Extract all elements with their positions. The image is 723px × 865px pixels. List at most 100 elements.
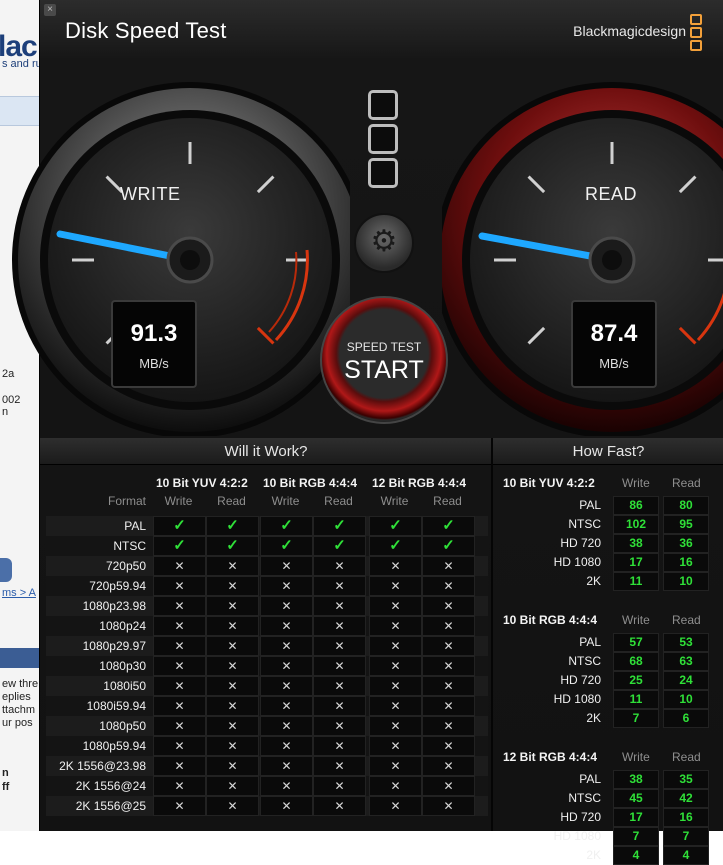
cross-icon: ✕ xyxy=(369,696,422,716)
cross-icon: ✕ xyxy=(369,656,422,676)
read-speed-cell: 10 xyxy=(663,572,709,591)
format-label: 1080p29.97 xyxy=(82,639,146,653)
cross-icon: ✕ xyxy=(260,716,313,736)
cross-icon: ✕ xyxy=(422,676,475,696)
subcol-read: Read xyxy=(672,613,701,627)
cross-icon: ✕ xyxy=(369,676,422,696)
write-speed-cell: 45 xyxy=(613,789,659,808)
target-drive-button[interactable] xyxy=(368,124,398,154)
subcol-write: Write xyxy=(380,494,409,508)
target-drive-button[interactable] xyxy=(368,158,398,188)
gear-icon: ⚙ xyxy=(370,225,398,258)
how-fast-row-label: NTSC xyxy=(568,517,601,531)
check-icon: ✓ xyxy=(369,516,422,536)
cross-icon: ✕ xyxy=(206,616,259,636)
how-fast-row-label: PAL xyxy=(579,635,601,649)
cross-icon: ✕ xyxy=(369,796,422,816)
cross-icon: ✕ xyxy=(369,596,422,616)
cross-icon: ✕ xyxy=(369,756,422,776)
write-speed-value: 91.3 xyxy=(130,320,178,347)
read-speed-cell: 63 xyxy=(663,652,709,671)
group-header-rgb444-12: 12 Bit RGB 4:4:4 xyxy=(372,476,467,490)
cross-icon: ✕ xyxy=(260,776,313,796)
cross-icon: ✕ xyxy=(313,716,366,736)
read-speed-cell: 36 xyxy=(663,534,709,553)
brand-name: Blackmagicdesign xyxy=(573,23,686,39)
settings-button[interactable]: ⚙ xyxy=(354,213,414,273)
cross-icon: ✕ xyxy=(260,756,313,776)
cross-icon: ✕ xyxy=(206,796,259,816)
cross-icon: ✕ xyxy=(206,576,259,596)
cross-icon: ✕ xyxy=(313,756,366,776)
close-button[interactable]: × xyxy=(44,4,56,16)
read-speed-cell: 53 xyxy=(663,633,709,652)
start-button-label: START xyxy=(344,356,424,384)
background-line: ttachm xyxy=(2,704,36,716)
how-fast-group-title: 10 Bit RGB 4:4:4 xyxy=(503,613,598,627)
write-speed-cell: 17 xyxy=(613,808,659,827)
write-gauge-label: WRITE xyxy=(120,184,181,204)
cross-icon: ✕ xyxy=(369,576,422,596)
app-title: Disk Speed Test xyxy=(65,18,227,43)
write-speed-cell: 57 xyxy=(613,633,659,652)
how-fast-row-label: NTSC xyxy=(568,791,601,805)
subcol-write: Write xyxy=(622,476,650,490)
speed-test-start-button[interactable]: SPEED TEST START xyxy=(320,296,448,424)
background-line: ur pos xyxy=(2,717,33,729)
check-icon: ✓ xyxy=(260,516,313,536)
how-fast-row-label: 2K xyxy=(586,574,601,588)
cross-icon: ✕ xyxy=(206,556,259,576)
cross-icon: ✕ xyxy=(422,736,475,756)
cross-icon: ✕ xyxy=(422,576,475,596)
read-speed-cell: 95 xyxy=(663,515,709,534)
cross-icon: ✕ xyxy=(260,656,313,676)
how-fast-row-label: HD 720 xyxy=(560,673,601,687)
check-icon: ✓ xyxy=(422,536,475,556)
cross-icon: ✕ xyxy=(313,676,366,696)
how-fast-group-title: 12 Bit RGB 4:4:4 xyxy=(503,750,598,764)
format-label: PAL xyxy=(124,519,146,533)
read-speed-unit: MB/s xyxy=(599,356,629,371)
cross-icon: ✕ xyxy=(369,716,422,736)
format-label: 2K 1556@24 xyxy=(75,779,146,793)
check-icon: ✓ xyxy=(206,536,259,556)
cross-icon: ✕ xyxy=(422,616,475,636)
how-fast-row-label: HD 1080 xyxy=(553,692,601,706)
cross-icon: ✕ xyxy=(153,656,206,676)
read-speed-cell: 16 xyxy=(663,808,709,827)
cross-icon: ✕ xyxy=(313,796,366,816)
cross-icon: ✕ xyxy=(206,676,259,696)
cross-icon: ✕ xyxy=(313,776,366,796)
write-speed-cell: 86 xyxy=(613,496,659,515)
brand-logo-icon xyxy=(690,14,702,53)
cross-icon: ✕ xyxy=(313,696,366,716)
read-speed-cell: 42 xyxy=(663,789,709,808)
how-fast-row-label: PAL xyxy=(579,772,601,786)
background-icon xyxy=(0,558,12,582)
write-speed-cell: 11 xyxy=(613,572,659,591)
write-speed-cell: 38 xyxy=(613,534,659,553)
subcol-read: Read xyxy=(217,494,246,508)
cross-icon: ✕ xyxy=(369,616,422,636)
check-icon: ✓ xyxy=(313,536,366,556)
read-speed-cell: 35 xyxy=(663,770,709,789)
how-fast-row-label: PAL xyxy=(579,498,601,512)
background-breadcrumb[interactable]: ms > A xyxy=(2,587,36,599)
cross-icon: ✕ xyxy=(153,756,206,776)
check-icon: ✓ xyxy=(153,536,206,556)
cross-icon: ✕ xyxy=(313,556,366,576)
cross-icon: ✕ xyxy=(153,556,206,576)
cross-icon: ✕ xyxy=(313,636,366,656)
cross-icon: ✕ xyxy=(313,596,366,616)
cross-icon: ✕ xyxy=(153,636,206,656)
how-fast-row-label: 2K xyxy=(586,711,601,725)
will-it-work-title: Will it Work? xyxy=(40,438,492,465)
cross-icon: ✕ xyxy=(313,656,366,676)
cross-icon: ✕ xyxy=(422,696,475,716)
cross-icon: ✕ xyxy=(369,776,422,796)
subcol-read: Read xyxy=(433,494,462,508)
cross-icon: ✕ xyxy=(369,556,422,576)
target-drive-button[interactable] xyxy=(368,90,398,120)
how-fast-row-label: 2K xyxy=(586,848,601,862)
subcol-write: Write xyxy=(271,494,300,508)
